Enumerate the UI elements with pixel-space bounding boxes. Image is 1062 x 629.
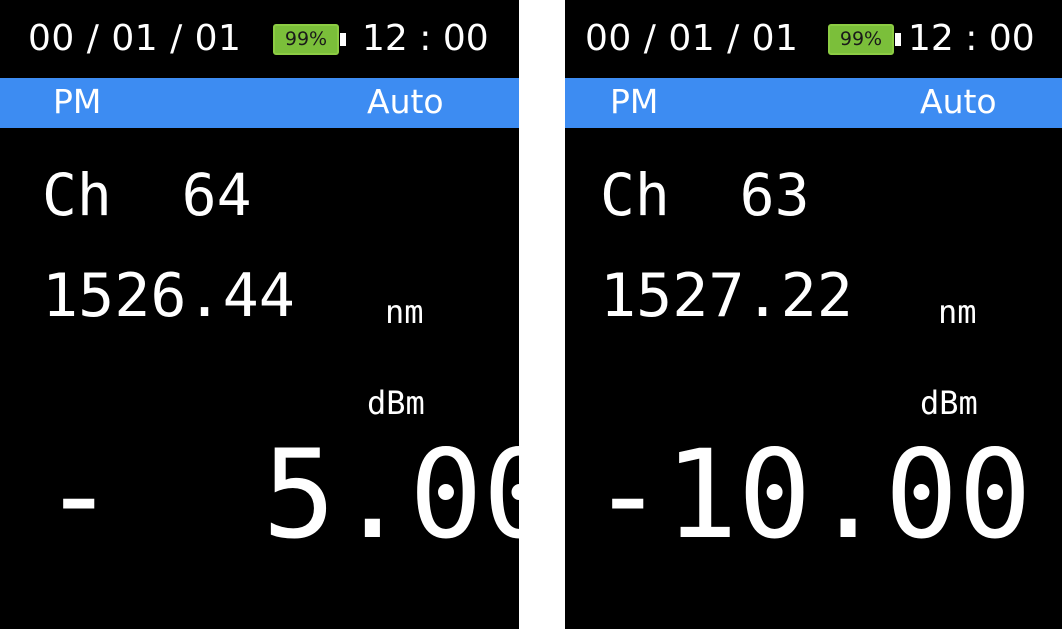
mode-label: PM <box>610 82 659 121</box>
wavelength-unit: nm <box>385 293 424 331</box>
power-value: -10.00 <box>591 424 1032 566</box>
mode-bar: PM Auto <box>0 78 519 128</box>
status-bar: 00 / 01 / 01 99% 12 : 00 <box>0 0 519 78</box>
wavelength-value: 1526.44 <box>42 261 295 331</box>
mode-bar: PM Auto <box>565 78 1062 128</box>
date-display: 00 / 01 / 01 <box>28 18 242 59</box>
battery-icon: 99% <box>273 24 346 55</box>
power-unit: dBm <box>920 384 978 422</box>
channel-readout: Ch 64 <box>42 161 252 229</box>
power-value: - 5.00 <box>42 424 519 566</box>
date-display: 00 / 01 / 01 <box>585 18 799 59</box>
battery-tip <box>895 33 901 46</box>
power-meter-screen-right: 00 / 01 / 01 99% 12 : 00 PM Auto Ch 63 1… <box>565 0 1062 629</box>
battery-level: 99% <box>839 28 883 50</box>
power-meter-screen-left: 00 / 01 / 01 99% 12 : 00 PM Auto Ch 64 1… <box>0 0 519 629</box>
range-mode-label: Auto <box>920 82 997 121</box>
range-mode-label: Auto <box>367 82 444 121</box>
time-display: 12 : 00 <box>362 18 489 59</box>
battery-icon: 99% <box>828 24 901 55</box>
time-display: 12 : 00 <box>908 18 1035 59</box>
battery-tip <box>340 33 346 46</box>
wavelength-value: 1527.22 <box>600 261 853 331</box>
mode-label: PM <box>53 82 102 121</box>
battery-level: 99% <box>284 28 328 50</box>
power-unit: dBm <box>367 384 425 422</box>
wavelength-unit: nm <box>938 293 977 331</box>
channel-readout: Ch 63 <box>600 161 810 229</box>
status-bar: 00 / 01 / 01 99% 12 : 00 <box>565 0 1062 78</box>
